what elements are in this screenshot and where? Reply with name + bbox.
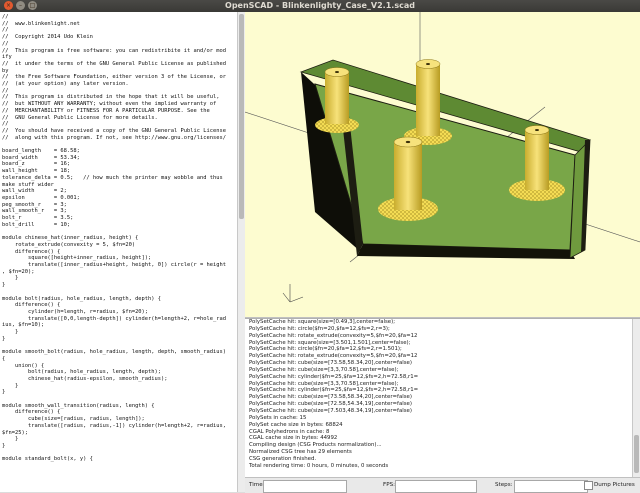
model-render xyxy=(245,12,640,303)
console-output: PolySetCache hit: square(size=[0.49,3],c… xyxy=(245,318,640,477)
window-title: OpenSCAD - Blinkenlighty_Case_V2.1.scad xyxy=(225,1,415,10)
steps-label: Steps: xyxy=(495,482,513,488)
console-scrollbar[interactable] xyxy=(632,319,640,477)
3d-viewport[interactable] xyxy=(245,12,640,318)
console-scrollbar-thumb[interactable] xyxy=(634,435,639,473)
editor-scrollbar-thumb[interactable] xyxy=(239,14,244,219)
dump-pictures-label: Dump Pictures xyxy=(594,482,635,488)
animation-bar: Time: FPS: Steps: Dump Pictures xyxy=(245,477,640,493)
fps-label: FPS: xyxy=(383,482,396,488)
console-text: PolySetCache hit: square(size=[0.49,3],c… xyxy=(249,319,419,469)
time-input[interactable] xyxy=(263,480,347,493)
window-titlebar: × – □ OpenSCAD - Blinkenlighty_Case_V2.1… xyxy=(0,0,640,12)
axis-indicator xyxy=(282,284,304,303)
code-text[interactable]: // // www.blinkenlight.net // // Copyrig… xyxy=(0,12,237,463)
fps-input[interactable] xyxy=(395,480,477,493)
code-editor[interactable]: // // www.blinkenlight.net // // Copyrig… xyxy=(0,12,238,492)
steps-input[interactable] xyxy=(514,480,588,493)
dump-pictures-checkbox[interactable] xyxy=(584,481,593,490)
editor-scrollbar[interactable] xyxy=(237,12,245,492)
case-model xyxy=(299,59,591,259)
